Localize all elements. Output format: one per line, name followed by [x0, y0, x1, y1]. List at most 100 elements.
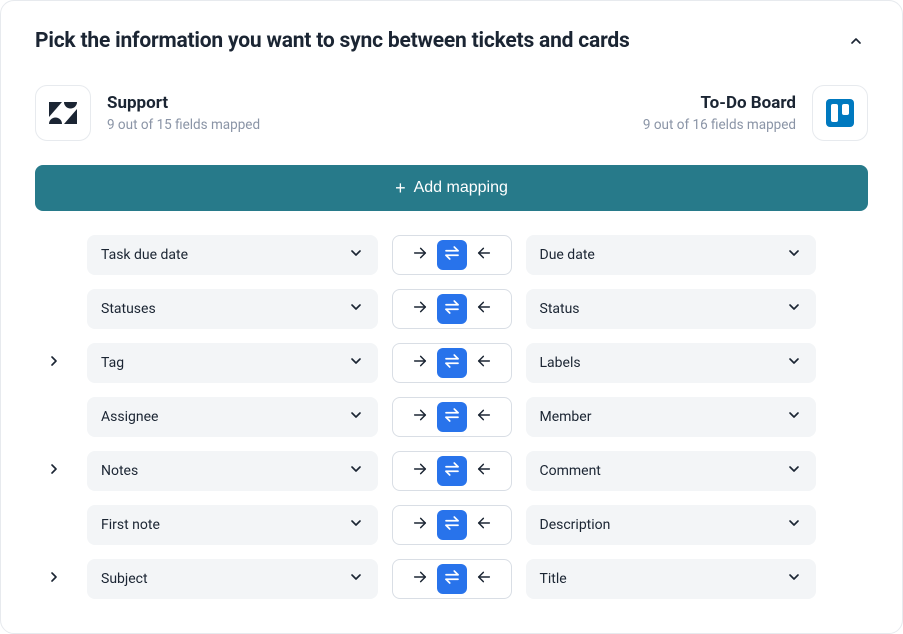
sync-direction-right-button[interactable] [407, 404, 433, 430]
left-field-select[interactable]: Assignee [87, 397, 378, 437]
swap-icon [443, 568, 461, 590]
swap-icon [443, 460, 461, 482]
arrow-left-icon [476, 245, 492, 265]
right-system-name: To-Do Board [643, 93, 796, 113]
sync-direction-control [392, 451, 512, 491]
sync-direction-left-button[interactable] [471, 566, 497, 592]
mapping-row: Statuses Status [35, 289, 868, 329]
sync-direction-both-button[interactable] [437, 564, 467, 594]
right-field-label: Comment [540, 463, 601, 479]
mappings-list: Task due date Due date Statuses Status Tag La… [35, 235, 868, 599]
arrow-right-icon [412, 407, 428, 427]
sync-direction-control [392, 289, 512, 329]
right-field-select[interactable]: Labels [526, 343, 817, 383]
left-field-select[interactable]: Notes [87, 451, 378, 491]
sync-direction-both-button[interactable] [437, 240, 467, 270]
expand-row-toggle[interactable] [42, 567, 66, 591]
right-field-select[interactable]: Comment [526, 451, 817, 491]
section-title: Pick the information you want to sync be… [35, 29, 630, 53]
zendesk-icon [35, 85, 91, 141]
mapping-row: Task due date Due date [35, 235, 868, 275]
mapping-row: Subject Title [35, 559, 868, 599]
sync-direction-both-button[interactable] [437, 348, 467, 378]
sync-direction-right-button[interactable] [407, 350, 433, 376]
right-field-label: Description [540, 517, 611, 533]
collapse-section-button[interactable] [844, 29, 868, 57]
right-field-select[interactable]: Member [526, 397, 817, 437]
sync-direction-left-button[interactable] [471, 242, 497, 268]
right-system: To-Do Board 9 out of 16 fields mapped [643, 85, 868, 141]
sync-direction-both-button[interactable] [437, 294, 467, 324]
mapping-row: Assignee Member [35, 397, 868, 437]
swap-icon [443, 514, 461, 536]
plus-icon: + [395, 179, 406, 197]
right-field-label: Due date [540, 247, 595, 263]
left-field-select[interactable]: Tag [87, 343, 378, 383]
sync-direction-both-button[interactable] [437, 510, 467, 540]
sync-direction-right-button[interactable] [407, 458, 433, 484]
left-field-select[interactable]: Subject [87, 559, 378, 599]
expand-row-toggle[interactable] [42, 351, 66, 375]
left-field-label: Assignee [101, 409, 158, 425]
chevron-right-icon [46, 353, 62, 373]
add-mapping-label: Add mapping [414, 179, 508, 197]
chevron-down-icon [786, 245, 802, 265]
trello-icon [812, 85, 868, 141]
chevron-down-icon [786, 569, 802, 589]
sync-direction-left-button[interactable] [471, 350, 497, 376]
right-field-label: Title [540, 571, 567, 587]
left-system-subtitle: 9 out of 15 fields mapped [107, 117, 260, 133]
chevron-down-icon [786, 515, 802, 535]
left-field-label: Subject [101, 571, 148, 587]
sync-direction-left-button[interactable] [471, 458, 497, 484]
chevron-down-icon [348, 299, 364, 319]
sync-direction-right-button[interactable] [407, 242, 433, 268]
left-field-select[interactable]: Statuses [87, 289, 378, 329]
swap-icon [443, 244, 461, 266]
sync-direction-left-button[interactable] [471, 404, 497, 430]
expand-row-toggle[interactable] [42, 459, 66, 483]
right-field-select[interactable]: Status [526, 289, 817, 329]
mapping-row: First note Description [35, 505, 868, 545]
chevron-down-icon [348, 461, 364, 481]
left-field-label: Notes [101, 463, 138, 479]
sync-direction-right-button[interactable] [407, 296, 433, 322]
arrow-right-icon [412, 299, 428, 319]
arrow-right-icon [412, 461, 428, 481]
arrow-right-icon [412, 569, 428, 589]
right-field-label: Labels [540, 355, 581, 371]
sync-direction-both-button[interactable] [437, 456, 467, 486]
swap-icon [443, 298, 461, 320]
chevron-right-icon [46, 569, 62, 589]
right-system-subtitle: 9 out of 16 fields mapped [643, 117, 796, 133]
chevron-up-icon [848, 33, 864, 53]
sync-direction-left-button[interactable] [471, 296, 497, 322]
left-field-select[interactable]: Task due date [87, 235, 378, 275]
sync-direction-control [392, 343, 512, 383]
chevron-down-icon [786, 461, 802, 481]
sync-direction-control [392, 505, 512, 545]
add-mapping-button[interactable]: + Add mapping [35, 165, 868, 211]
right-field-select[interactable]: Due date [526, 235, 817, 275]
sync-direction-left-button[interactable] [471, 512, 497, 538]
chevron-down-icon [348, 407, 364, 427]
swap-icon [443, 406, 461, 428]
right-field-select[interactable]: Title [526, 559, 817, 599]
sync-direction-control [392, 397, 512, 437]
left-field-select[interactable]: First note [87, 505, 378, 545]
sync-direction-right-button[interactable] [407, 566, 433, 592]
arrow-left-icon [476, 569, 492, 589]
chevron-down-icon [348, 569, 364, 589]
sync-direction-both-button[interactable] [437, 402, 467, 432]
arrow-left-icon [476, 407, 492, 427]
left-system: Support 9 out of 15 fields mapped [35, 85, 260, 141]
mapping-row: Notes Comment [35, 451, 868, 491]
left-field-label: First note [101, 517, 160, 533]
sync-direction-control [392, 559, 512, 599]
right-field-label: Status [540, 301, 580, 317]
left-field-label: Statuses [101, 301, 156, 317]
chevron-down-icon [348, 515, 364, 535]
arrow-right-icon [412, 353, 428, 373]
right-field-select[interactable]: Description [526, 505, 817, 545]
sync-direction-right-button[interactable] [407, 512, 433, 538]
